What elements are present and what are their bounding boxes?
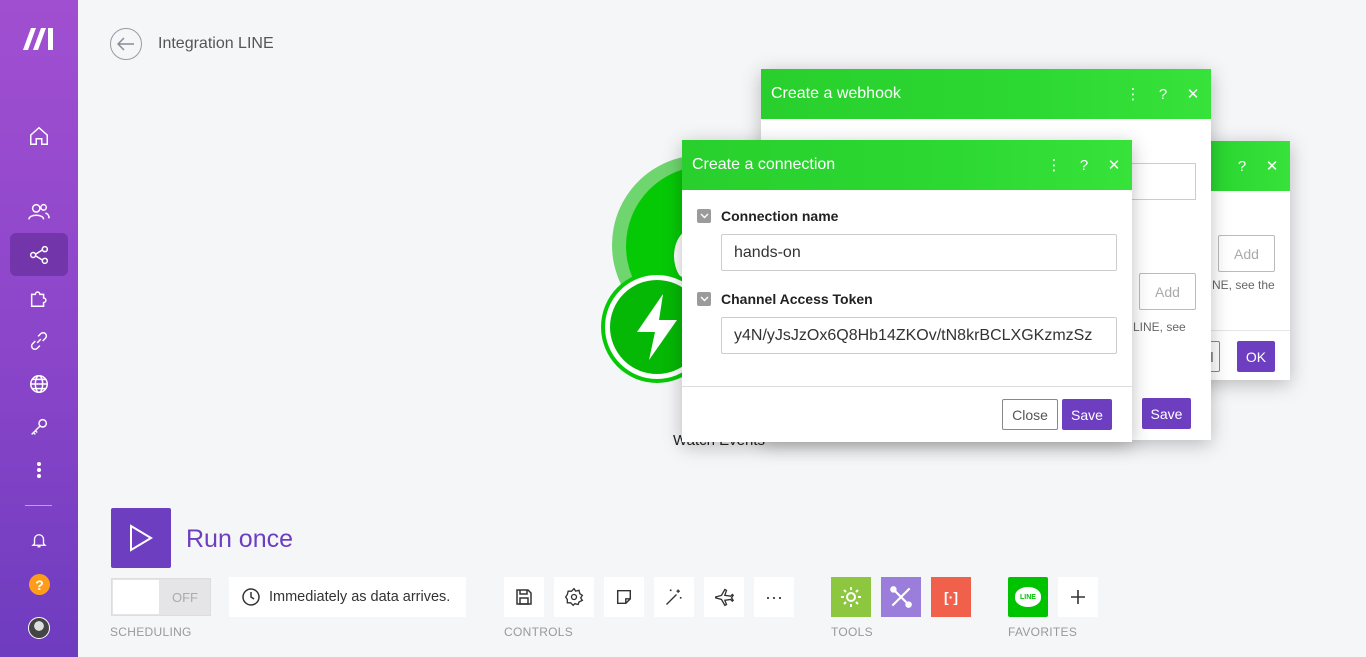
share-icon[interactable] (24, 240, 54, 270)
field-toggle-checkbox[interactable] (697, 292, 711, 306)
channel-access-token-label: Channel Access Token (721, 291, 873, 307)
globe-icon[interactable] (24, 369, 54, 399)
save-button[interactable]: Save (1062, 399, 1112, 430)
toggle-state: OFF (172, 590, 198, 605)
airplane-icon (715, 588, 735, 607)
add-button[interactable]: Add (1139, 273, 1196, 310)
back-button[interactable] (110, 28, 142, 60)
notes-button[interactable] (604, 577, 644, 617)
schedule-settings[interactable]: Immediately as data arrives. (229, 577, 466, 617)
connection-name-input[interactable]: hands-on (721, 234, 1117, 271)
toggle-knob (113, 580, 159, 614)
scheduling-label: SCHEDULING (110, 625, 192, 639)
field-toggle-checkbox[interactable] (697, 209, 711, 223)
tools-tool[interactable] (881, 577, 921, 617)
favorites-label: FAVORITES (1008, 625, 1078, 639)
plus-icon (1071, 590, 1085, 604)
dialog-webhook-title: Create a webhook (771, 85, 901, 102)
note-icon (616, 589, 632, 605)
close-button[interactable]: Close (1002, 399, 1058, 430)
add-favorite-button[interactable] (1058, 577, 1098, 617)
save-icon (516, 589, 532, 605)
users-icon[interactable] (24, 197, 54, 227)
make-logo[interactable] (20, 24, 60, 54)
close-icon[interactable]: ✕ (1185, 85, 1201, 103)
help-button[interactable]: ? (29, 574, 50, 595)
magic-wand-icon (666, 589, 682, 605)
clock-icon (242, 588, 260, 606)
scheduling-toggle[interactable]: OFF (111, 578, 211, 616)
favorite-line-app[interactable]: LINE (1008, 577, 1048, 617)
gear-icon (564, 587, 584, 607)
home-icon[interactable] (24, 121, 54, 151)
lightning-icon (637, 294, 677, 360)
save-scenario-button[interactable] (504, 577, 544, 617)
chevron-down-icon (700, 213, 708, 219)
flow-control-tool[interactable] (831, 577, 871, 617)
divider (1200, 330, 1290, 331)
channel-access-token-input[interactable]: y4N/yJsJzOx6Q8Hb14ZKOv/tN8krBCLXGKzmzSz (721, 317, 1117, 354)
webhook-name-input[interactable] (1131, 163, 1196, 200)
gear-icon (841, 587, 861, 607)
chevron-down-icon (700, 296, 708, 302)
dialog-webhook-header: Create a webhook ⋮ ? ✕ (761, 69, 1211, 119)
connection-name-label: Connection name (721, 208, 839, 224)
help-icon[interactable]: ? (1234, 158, 1250, 175)
brackets-icon: [·] (944, 589, 958, 605)
tools-icon (890, 586, 912, 608)
auto-align-button[interactable] (654, 577, 694, 617)
tools-label: TOOLS (831, 625, 873, 639)
hint-text: NE, see the (1212, 278, 1275, 292)
arrow-left-icon (117, 37, 134, 51)
dialog-connection-header: Create a connection ⋮ ? ✕ (682, 140, 1132, 190)
run-once-button[interactable] (111, 508, 171, 568)
dialog-connection: Create a connection ⋮ ? ✕ Connection nam… (682, 140, 1132, 442)
add-button[interactable]: Add (1218, 235, 1275, 272)
help-icon[interactable]: ? (1076, 157, 1092, 174)
puzzle-icon[interactable] (24, 283, 54, 313)
dialog-footer-divider (682, 386, 1132, 387)
explain-flow-button[interactable] (704, 577, 744, 617)
schedule-text: Immediately as data arrives. (269, 589, 451, 605)
help-icon[interactable]: ? (1155, 86, 1171, 103)
scenario-title[interactable]: Integration LINE (158, 35, 274, 53)
ok-button[interactable]: OK (1237, 341, 1275, 372)
settings-button[interactable] (554, 577, 594, 617)
sidebar: ? (0, 0, 78, 657)
hint-text: LINE, see (1133, 320, 1186, 334)
dialog-connection-title: Create a connection (692, 156, 836, 173)
key-icon[interactable] (24, 412, 54, 442)
sidebar-divider (25, 505, 52, 506)
more-vertical-icon[interactable] (24, 455, 54, 485)
close-icon[interactable]: ✕ (1264, 157, 1280, 175)
close-icon[interactable]: ✕ (1106, 156, 1122, 174)
line-logo-icon: LINE (1015, 587, 1041, 607)
user-avatar[interactable] (28, 617, 50, 639)
play-icon (130, 524, 153, 552)
more-vertical-icon[interactable]: ⋮ (1046, 156, 1062, 174)
controls-label: CONTROLS (504, 625, 574, 639)
link-icon[interactable] (24, 326, 54, 356)
more-controls-button[interactable]: ··· (754, 577, 794, 617)
text-parser-tool[interactable]: [·] (931, 577, 971, 617)
run-once-label[interactable]: Run once (186, 525, 293, 554)
save-button[interactable]: Save (1142, 398, 1191, 429)
bell-icon[interactable] (24, 525, 54, 555)
more-vertical-icon[interactable]: ⋮ (1125, 85, 1141, 103)
